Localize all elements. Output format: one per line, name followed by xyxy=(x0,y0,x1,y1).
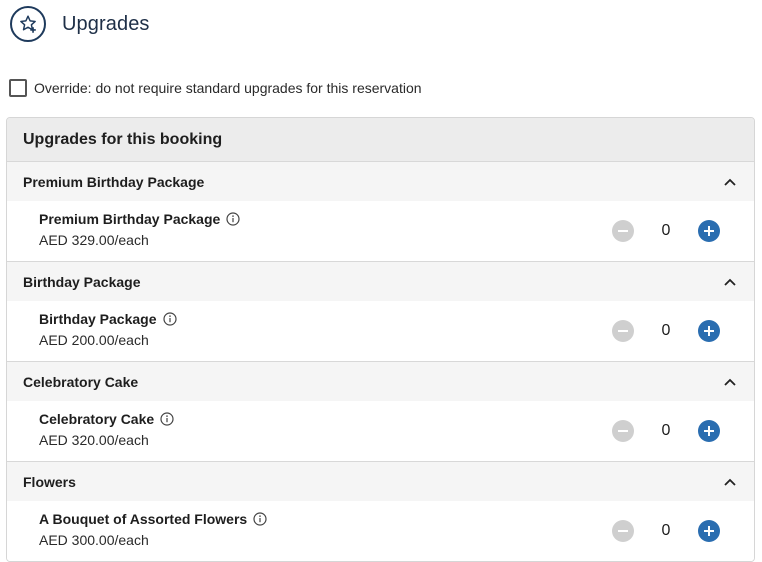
item-name-row: Birthday Package xyxy=(39,311,177,327)
item-name: Birthday Package xyxy=(39,311,157,327)
override-checkbox[interactable] xyxy=(9,79,27,97)
override-label: Override: do not require standard upgrad… xyxy=(34,80,422,96)
quantity-stepper: 0 xyxy=(612,420,720,442)
upgrade-item: A Bouquet of Assorted Flowers AED 300.00… xyxy=(7,501,754,561)
section-header[interactable]: Premium Birthday Package xyxy=(7,162,754,201)
star-plus-icon xyxy=(10,6,46,42)
upgrades-panel: Upgrades for this booking Premium Birthd… xyxy=(6,117,755,562)
page-header: Upgrades xyxy=(10,6,150,42)
section-header[interactable]: Birthday Package xyxy=(7,262,754,301)
section-title: Birthday Package xyxy=(23,273,141,290)
chevron-up-icon[interactable] xyxy=(723,475,737,489)
override-option[interactable]: Override: do not require standard upgrad… xyxy=(9,79,422,97)
quantity-stepper: 0 xyxy=(612,520,720,542)
info-icon[interactable] xyxy=(253,512,267,526)
quantity-value: 0 xyxy=(661,222,671,239)
item-price: AED 300.00/each xyxy=(39,532,149,548)
decrement-button[interactable] xyxy=(612,520,634,542)
page-title: Upgrades xyxy=(62,12,150,35)
chevron-up-icon[interactable] xyxy=(723,375,737,389)
item-name: A Bouquet of Assorted Flowers xyxy=(39,511,248,527)
increment-button[interactable] xyxy=(698,320,720,342)
panel-title: Upgrades for this booking xyxy=(7,118,754,162)
chevron-up-icon[interactable] xyxy=(723,175,737,189)
quantity-value: 0 xyxy=(661,522,671,539)
upgrade-item: Premium Birthday Package AED 329.00/each… xyxy=(7,201,754,261)
section-header[interactable]: Celebratory Cake xyxy=(7,362,754,401)
decrement-button[interactable] xyxy=(612,320,634,342)
item-name: Celebratory Cake xyxy=(39,411,155,427)
quantity-stepper: 0 xyxy=(612,320,720,342)
section-title: Celebratory Cake xyxy=(23,373,139,390)
item-price: AED 329.00/each xyxy=(39,232,149,248)
info-icon[interactable] xyxy=(226,212,240,226)
increment-button[interactable] xyxy=(698,520,720,542)
upgrade-section: Birthday Package Birthday Package AED 20… xyxy=(7,262,754,362)
info-icon[interactable] xyxy=(160,412,174,426)
item-name-row: A Bouquet of Assorted Flowers xyxy=(39,511,267,527)
increment-button[interactable] xyxy=(698,220,720,242)
decrement-button[interactable] xyxy=(612,220,634,242)
item-name: Premium Birthday Package xyxy=(39,211,221,227)
quantity-value: 0 xyxy=(661,322,671,339)
decrement-button[interactable] xyxy=(612,420,634,442)
chevron-up-icon[interactable] xyxy=(723,275,737,289)
info-icon[interactable] xyxy=(162,312,177,326)
upgrade-section: Celebratory Cake Celebratory Cake AED 32… xyxy=(7,362,754,462)
upgrade-item: Birthday Package AED 200.00/each 0 xyxy=(7,301,754,361)
increment-button[interactable] xyxy=(698,420,720,442)
item-name-row: Celebratory Cake xyxy=(39,411,174,427)
section-header[interactable]: Flowers xyxy=(7,462,754,501)
quantity-stepper: 0 xyxy=(612,220,720,242)
item-price: AED 320.00/each xyxy=(39,432,149,448)
upgrade-section: Flowers A Bouquet of Assorted Flowers AE… xyxy=(7,462,754,561)
section-title: Flowers xyxy=(23,473,76,490)
upgrade-section: Premium Birthday Package Premium Birthda… xyxy=(7,162,754,262)
section-title: Premium Birthday Package xyxy=(23,173,205,190)
upgrade-item: Celebratory Cake AED 320.00/each 0 xyxy=(7,401,754,461)
item-name-row: Premium Birthday Package xyxy=(39,211,240,227)
quantity-value: 0 xyxy=(661,422,671,439)
item-price: AED 200.00/each xyxy=(39,332,149,348)
